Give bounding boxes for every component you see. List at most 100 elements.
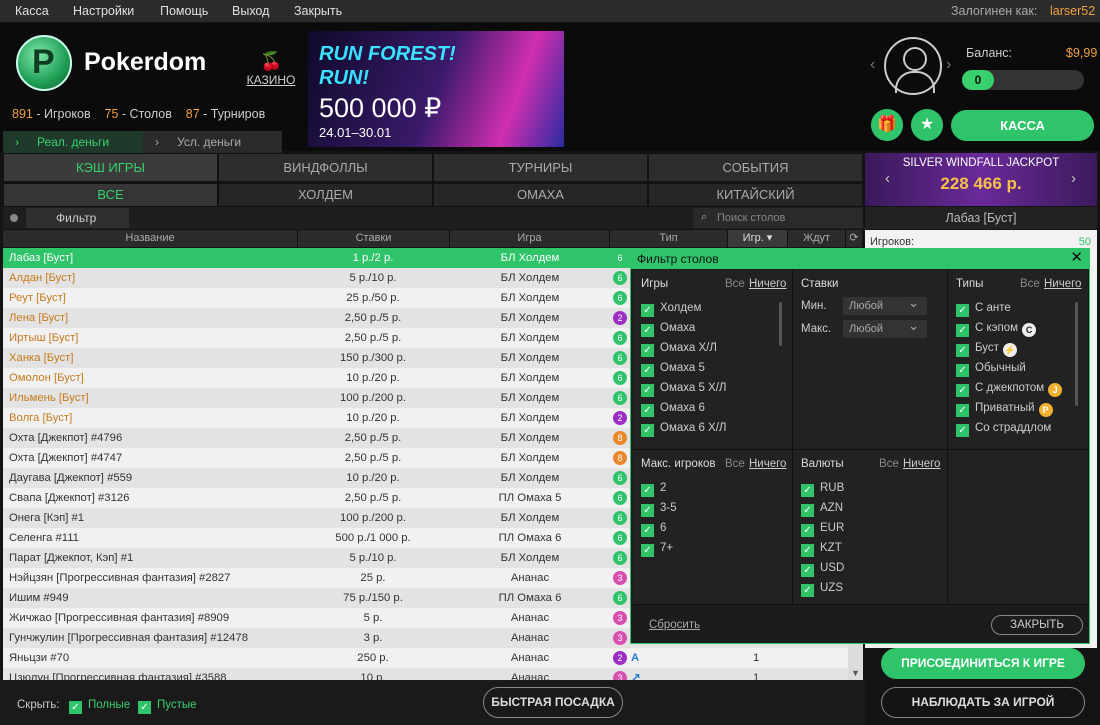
row-stakes: 10 р./20 р.: [346, 372, 400, 384]
types-none[interactable]: Ничего: [1044, 278, 1081, 290]
games-checkbox[interactable]: ✓ Холдем: [641, 301, 701, 317]
row-stakes: 3 р.: [363, 632, 383, 644]
subtab-holdem[interactable]: ХОЛДЕМ: [218, 183, 433, 207]
gift-icon[interactable]: 🎁: [871, 109, 903, 141]
tab-events[interactable]: СОБЫТИЯ: [648, 153, 863, 182]
cur-checkbox[interactable]: ✓ AZN: [801, 501, 843, 517]
jackpot-prev-icon[interactable]: ‹: [885, 170, 890, 187]
row-players: 1: [753, 652, 760, 664]
types-scrollbar[interactable]: [1075, 302, 1078, 406]
filter-games-section: Игры Все Ничего ✓ Холдем ✓ Омаха ✓ Омаха Х/Л ✓…: [633, 270, 793, 450]
types-all[interactable]: Все: [1020, 278, 1040, 290]
search-input[interactable]: Поиск столов: [693, 208, 863, 228]
games-checkbox[interactable]: ✓ Омаха 5: [641, 361, 705, 377]
refresh-icon[interactable]: ⟳: [846, 230, 863, 247]
quick-seat-button[interactable]: БЫСТРАЯ ПОСАДКА: [483, 687, 623, 718]
menu-close[interactable]: Закрыть: [294, 4, 342, 18]
seats-badge: 6: [613, 591, 627, 605]
col-waiting[interactable]: Ждут: [788, 230, 846, 247]
avatar-next-icon[interactable]: ›: [946, 56, 951, 74]
row-stakes: 2,50 р./5 р.: [344, 312, 402, 324]
games-none[interactable]: Ничего: [749, 278, 786, 290]
games-checkbox[interactable]: ✓ Омаха 6 Х/Л: [641, 421, 726, 437]
types-checkbox[interactable]: ✓ С анте: [956, 301, 1011, 317]
jackpot-next-icon[interactable]: ›: [1071, 170, 1076, 187]
maxp-checkbox[interactable]: ✓ 3-5: [641, 501, 677, 517]
games-scrollbar[interactable]: [779, 302, 782, 346]
cur-checkbox[interactable]: ✓ EUR: [801, 521, 844, 537]
types-checkbox[interactable]: ✓ С кэпом C: [956, 321, 1037, 337]
games-checkbox[interactable]: ✓ Омаха 6: [641, 401, 705, 417]
games-checkbox[interactable]: ✓ Омаха Х/Л: [641, 341, 717, 357]
filter-bar: Фильтр Поиск столов ⌕: [3, 207, 863, 229]
watch-game-button[interactable]: НАБЛЮДАТЬ ЗА ИГРОЙ: [881, 687, 1085, 718]
side-players-value: 50: [1078, 236, 1091, 248]
cur-checkbox[interactable]: ✓ UZS: [801, 581, 843, 597]
tab-play-money[interactable]: › Усл. деньги: [143, 131, 282, 153]
menu-cashier[interactable]: Касса: [15, 4, 49, 18]
close-icon[interactable]: ✕: [1070, 248, 1083, 268]
row-name: Яньцзи #70: [9, 652, 70, 664]
tab-real-money[interactable]: › Реал. деньги: [3, 131, 143, 153]
reset-link[interactable]: Сбросить: [649, 619, 700, 631]
maxp-checkbox[interactable]: ✓ 6: [641, 521, 666, 537]
tab-cash-games[interactable]: КЭШ ИГРЫ: [3, 153, 218, 182]
max-stake-select[interactable]: Любой: [843, 317, 927, 338]
subtab-chinese[interactable]: КИТАЙСКИЙ: [648, 183, 863, 207]
filter-button[interactable]: Фильтр: [26, 208, 129, 228]
tab-windfalls[interactable]: ВИНДФОЛЛЫ: [218, 153, 433, 182]
games-checkbox[interactable]: ✓ Омаха 5 Х/Л: [641, 381, 726, 397]
jackpot-banner[interactable]: SILVER WINDFALL JACKPOT 228 466 р. ‹ ›: [865, 153, 1097, 206]
hide-full-checkbox[interactable]: ✓ Полные: [69, 698, 130, 714]
cur-checkbox[interactable]: ✓ RUB: [801, 481, 844, 497]
currency-all[interactable]: Все: [879, 458, 899, 470]
maxp-checkbox[interactable]: ✓ 2: [641, 481, 666, 497]
row-stakes: 10 р./20 р.: [346, 412, 400, 424]
maxp-all[interactable]: Все: [725, 458, 745, 470]
casino-link[interactable]: КАЗИНО: [246, 73, 296, 87]
filter-popup-title: Фильтр столов ✕: [631, 249, 1089, 269]
row-game: ПЛ Омаха 5: [498, 492, 562, 504]
hide-empty-checkbox[interactable]: ✓ Пустые: [138, 698, 197, 714]
subtab-omaha[interactable]: ОМАХА: [433, 183, 648, 207]
maxp-none[interactable]: Ничего: [749, 458, 786, 470]
filter-close-button[interactable]: ЗАКРЫТЬ: [991, 615, 1083, 635]
types-checkbox[interactable]: ✓ Со страддлом: [956, 421, 1051, 437]
promo-banner[interactable]: RUN FOREST! RUN! 500 000 ₽ 24.01–30.01: [308, 31, 564, 147]
row-game: Ананас: [510, 632, 550, 644]
join-game-button[interactable]: ПРИСОЕДИНИТЬСЯ К ИГРЕ: [881, 648, 1085, 679]
row-game: БЛ Холдем: [500, 292, 560, 304]
table-row[interactable]: Яньцзи #70 250 р. Ананас 2 A 1: [3, 648, 848, 668]
avatar-prev-icon[interactable]: ‹: [870, 56, 875, 74]
tab-tournaments[interactable]: ТУРНИРЫ: [433, 153, 648, 182]
maxp-checkbox[interactable]: ✓ 7+: [641, 541, 673, 557]
types-checkbox[interactable]: ✓ Приватный P: [956, 401, 1053, 417]
col-stakes[interactable]: Ставки: [298, 230, 450, 247]
games-all[interactable]: Все: [725, 278, 745, 290]
menu-settings[interactable]: Настройки: [73, 4, 134, 18]
cur-checkbox[interactable]: ✓ KZT: [801, 541, 842, 557]
col-type[interactable]: Тип: [610, 230, 728, 247]
games-checkbox[interactable]: ✓ Омаха: [641, 321, 695, 337]
seats-badge: 6: [613, 391, 627, 405]
avatar[interactable]: [884, 37, 942, 95]
subtab-all[interactable]: ВСЕ: [3, 183, 218, 207]
col-game[interactable]: Игра: [450, 230, 610, 247]
menu-help[interactable]: Помощь: [160, 4, 208, 18]
min-stake-select[interactable]: Любой: [843, 294, 927, 315]
cashier-button[interactable]: КАССА: [951, 110, 1094, 141]
reward-icon[interactable]: ★: [911, 109, 943, 141]
menu-exit[interactable]: Выход: [232, 4, 269, 18]
col-players[interactable]: Игр. ▾: [728, 230, 788, 247]
type-badge-icon: ⚡: [1002, 343, 1017, 357]
row-game: БЛ Холдем: [500, 252, 560, 264]
cur-checkbox[interactable]: ✓ USD: [801, 561, 844, 577]
seats-badge: 6: [613, 351, 627, 365]
type-icon: A: [631, 652, 640, 664]
currency-none[interactable]: Ничего: [903, 458, 940, 470]
types-checkbox[interactable]: ✓ Обычный: [956, 361, 1026, 377]
types-checkbox[interactable]: ✓ С джекпотом J: [956, 381, 1063, 397]
col-name[interactable]: Название: [3, 230, 298, 247]
types-checkbox[interactable]: ✓ Буст ⚡: [956, 341, 1017, 357]
min-label: Мин.: [801, 300, 827, 312]
